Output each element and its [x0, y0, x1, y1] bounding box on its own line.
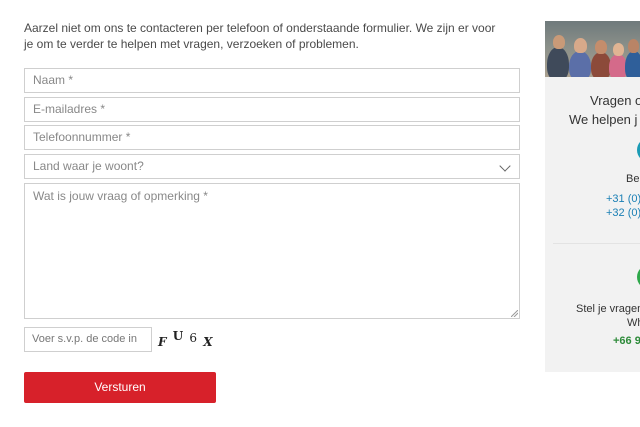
message-placeholder: Wat is jouw vraag of opmerking *: [33, 189, 208, 203]
email-field[interactable]: E-mailadres *: [24, 97, 520, 122]
captcha-char: U: [172, 329, 185, 343]
phone-link-be[interactable]: +32 (0): [606, 207, 640, 219]
country-selected-value: Land waar je woont?: [33, 159, 144, 173]
captcha-char: 6: [189, 331, 199, 345]
captcha-char: F: [158, 335, 168, 349]
intro-text: Aarzel niet om ons te contacteren per te…: [24, 21, 496, 51]
contact-sidebar: Vragen o We helpen j Bel +31 (0) +32 (0)…: [545, 21, 640, 372]
captcha-char: X: [203, 335, 214, 349]
resize-handle-icon[interactable]: [511, 310, 518, 317]
country-select[interactable]: Land waar je woont?: [24, 154, 520, 179]
whatsapp-text-line1: Stel je vragen: [576, 303, 640, 315]
call-label: Bel: [626, 173, 640, 185]
sidebar-title-line2: We helpen j: [569, 112, 638, 127]
phone-link-nl[interactable]: +31 (0): [606, 193, 640, 205]
sidebar-title-line1: Vragen o: [590, 93, 640, 108]
name-field[interactable]: Naam *: [24, 68, 520, 93]
message-textarea[interactable]: Wat is jouw vraag of opmerking *: [24, 183, 520, 319]
submit-button[interactable]: Versturen: [24, 372, 216, 403]
whatsapp-phone-link[interactable]: +66 9: [613, 335, 640, 347]
captcha-image: F U 6 X: [158, 329, 214, 349]
sidebar-divider: [553, 243, 640, 244]
chevron-down-icon: [499, 160, 511, 172]
captcha-placeholder: Voer s.v.p. de code in: [32, 333, 137, 345]
name-placeholder: Naam *: [33, 73, 74, 87]
email-placeholder: E-mailadres *: [33, 102, 106, 116]
whatsapp-text-line2: Wh: [627, 317, 640, 329]
phone-placeholder: Telefoonnummer *: [33, 130, 131, 144]
team-photo: [545, 21, 640, 77]
captcha-input[interactable]: Voer s.v.p. de code in: [24, 327, 152, 352]
phone-field[interactable]: Telefoonnummer *: [24, 125, 520, 150]
